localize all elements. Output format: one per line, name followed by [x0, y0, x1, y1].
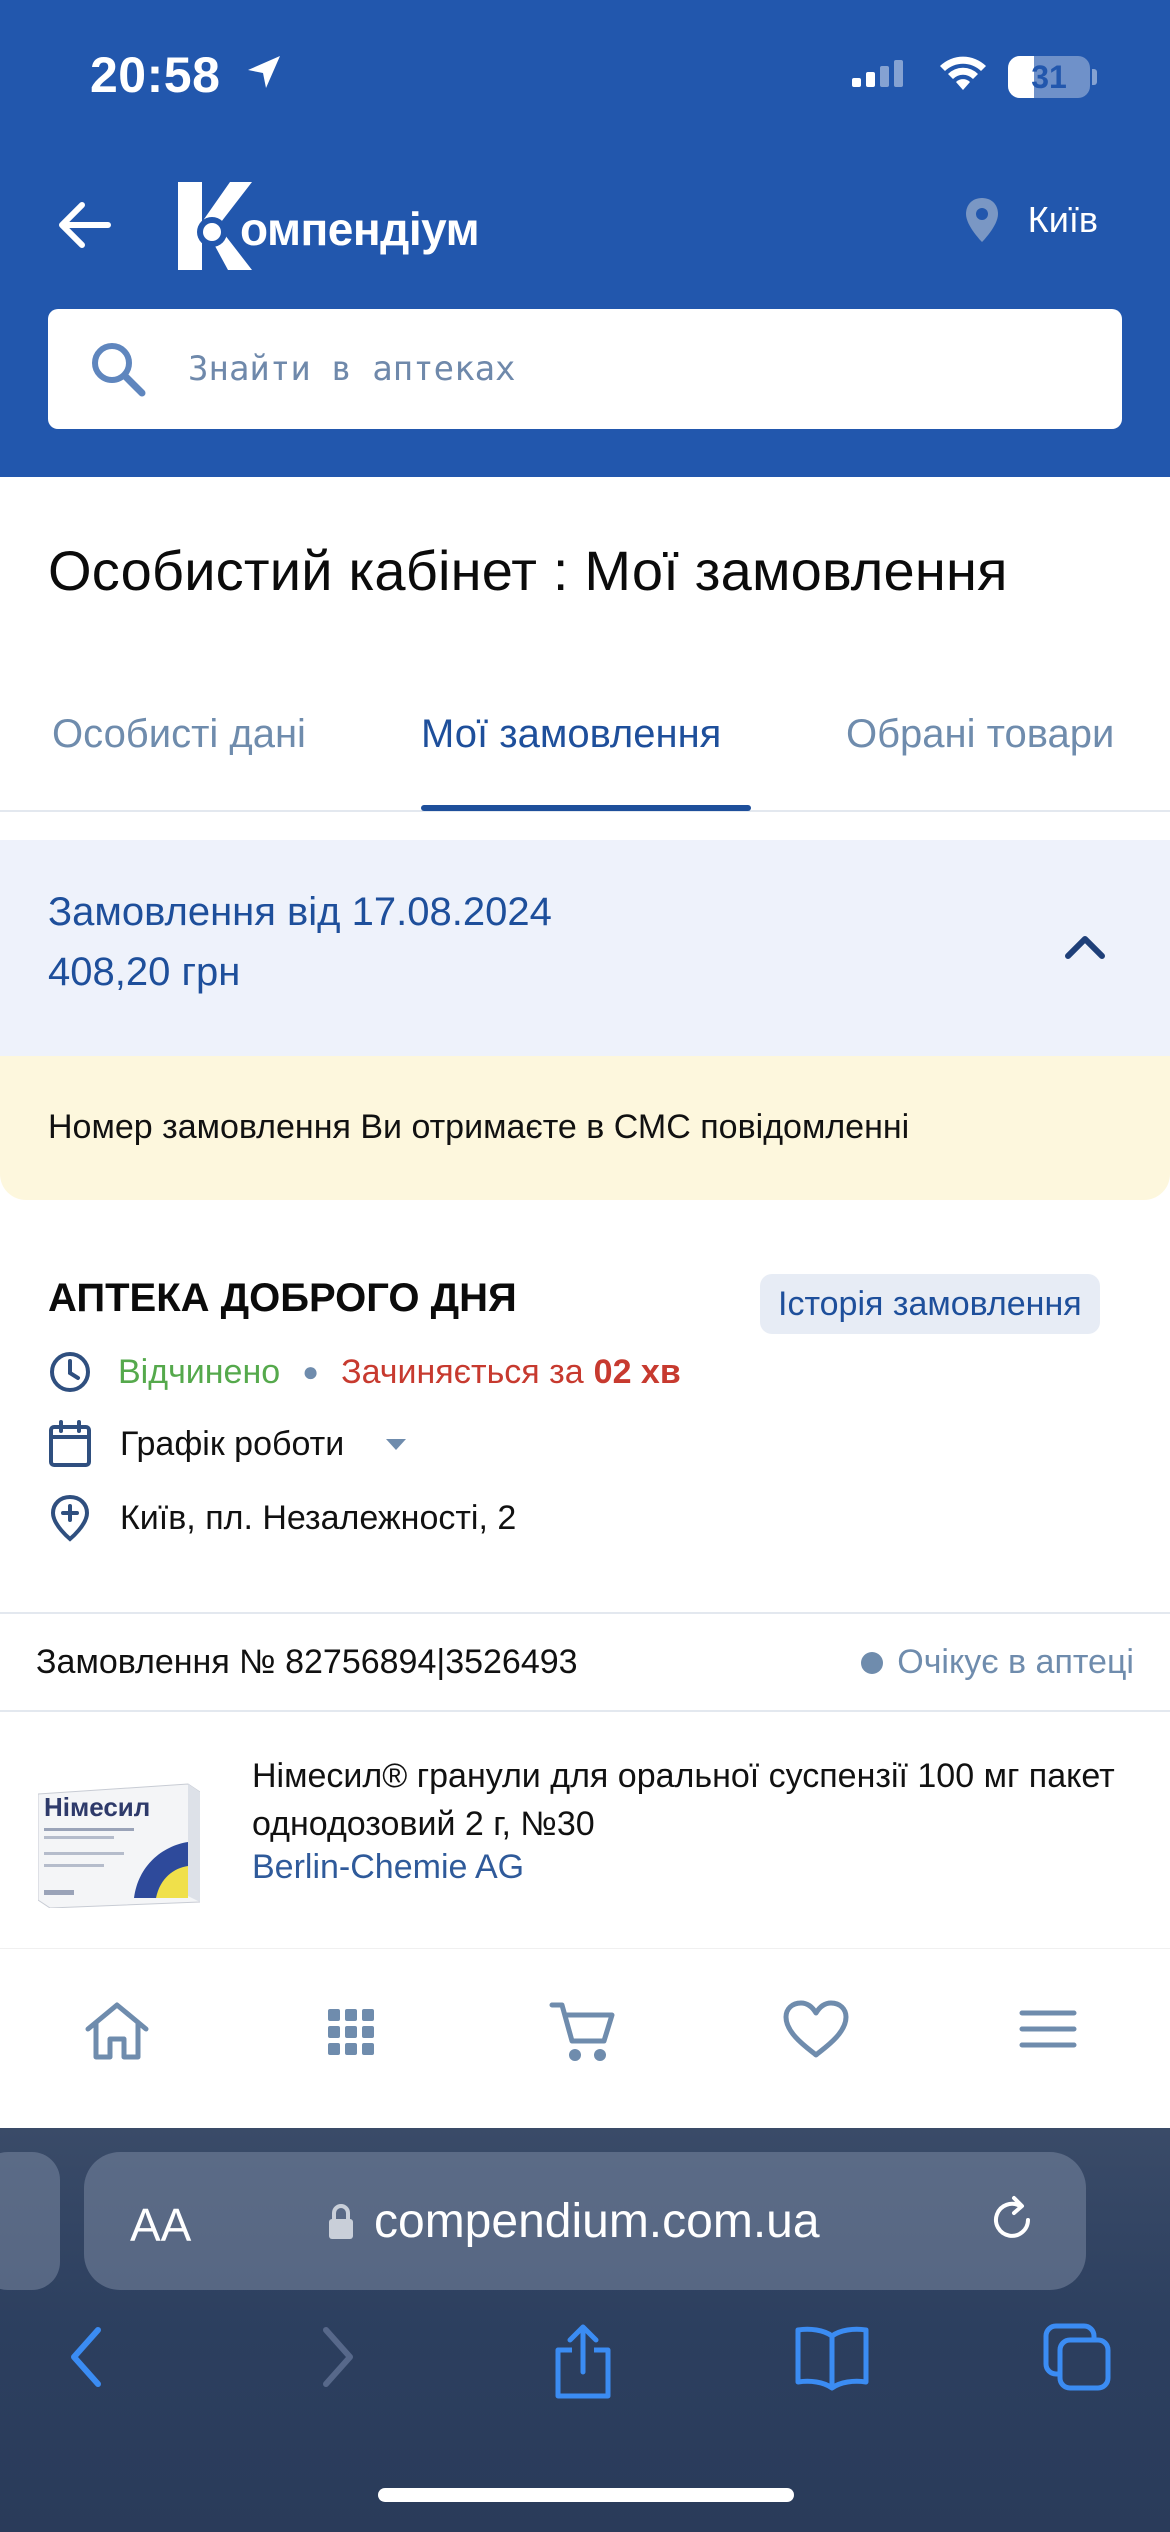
- caret-down-icon: [386, 1439, 407, 1450]
- wifi-icon: [938, 54, 988, 99]
- status-dot: [861, 1651, 884, 1674]
- tabs-bar: Особисті дані Мої замовлення Обрані това…: [0, 690, 1170, 812]
- product-name[interactable]: Німесил® гранули для оральної суспензії …: [252, 1752, 1132, 1848]
- tab-my-orders[interactable]: Мої замовлення: [421, 712, 721, 757]
- order-number: Замовлення № 82756894|3526493: [36, 1643, 578, 1681]
- calendar-icon: [49, 1420, 91, 1467]
- nav-favorites[interactable]: [782, 1999, 862, 2069]
- tabs-overview-icon[interactable]: [1042, 2322, 1114, 2394]
- tab-personal-data[interactable]: Особисті дані: [52, 712, 306, 757]
- product-image[interactable]: Німесил: [37, 1780, 201, 1909]
- previous-tab-preview[interactable]: [0, 2152, 60, 2290]
- url-text: compendium.com.ua: [374, 2195, 820, 2248]
- search-icon: [92, 343, 146, 397]
- order-sum: 408,20 грн: [48, 950, 241, 994]
- share-icon[interactable]: [548, 2322, 618, 2402]
- pharmacy-name: АПТЕКА ДОБРОГО ДНЯ: [48, 1276, 517, 1320]
- cellular-signal-icon: [852, 58, 912, 103]
- bookmarks-icon[interactable]: [794, 2322, 870, 2392]
- nav-menu[interactable]: [1016, 1999, 1096, 2069]
- status-bar: 20:58 31: [0, 0, 1170, 150]
- open-status: Відчинено: [118, 1352, 281, 1391]
- search-input[interactable]: [188, 309, 1088, 429]
- status-time: 20:58: [90, 47, 221, 103]
- city-selector[interactable]: Київ: [964, 196, 1098, 244]
- menu-icon: [1019, 2010, 1077, 2048]
- order-status: Очікує в аптеці: [861, 1643, 1134, 1682]
- sms-notice: Номер замовлення Ви отримаєте в СМС пові…: [0, 1056, 1170, 1200]
- address-pin-icon: [50, 1494, 90, 1542]
- tab-favorites[interactable]: Обрані товари: [846, 712, 1114, 757]
- reader-settings-button[interactable]: AA: [130, 2198, 191, 2252]
- logo-text: омпендіум: [240, 203, 480, 255]
- product-manufacturer: Berlin-Chemie AG: [252, 1848, 525, 1886]
- pharmacy-hours-status: Відчинено ● Зачиняється за 02 хв: [48, 1350, 681, 1394]
- package-brand: Німесил: [44, 1792, 150, 1822]
- schedule-label: Графік роботи: [120, 1424, 345, 1463]
- schedule-toggle[interactable]: Графік роботи: [48, 1420, 408, 1468]
- divider: [0, 1612, 1170, 1614]
- separator-dot: ●: [302, 1356, 320, 1387]
- order-history-button[interactable]: Історія замовлення: [760, 1274, 1100, 1334]
- order-date: Замовлення від 17.08.2024: [48, 890, 552, 934]
- chevron-up-icon[interactable]: [1062, 932, 1108, 962]
- divider: [0, 1710, 1170, 1712]
- closing-time: 02 хв: [593, 1352, 681, 1391]
- home-icon: [85, 2002, 149, 2060]
- home-indicator: [378, 2488, 794, 2502]
- browser-forward-icon[interactable]: [312, 2322, 362, 2392]
- notice-text: Номер замовлення Ви отримаєте в СМС пові…: [48, 1108, 910, 1146]
- bottom-navigation: [0, 1948, 1170, 2128]
- safari-toolbar: AA compendium.com.ua: [0, 2128, 1170, 2532]
- city-label: Київ: [1027, 199, 1098, 240]
- nav-home[interactable]: [82, 1999, 162, 2069]
- location-pin-icon: [965, 198, 998, 242]
- back-button[interactable]: [50, 190, 120, 260]
- closing-text: Зачиняється за: [341, 1352, 584, 1391]
- location-arrow-icon: [244, 52, 284, 97]
- nav-cart[interactable]: [548, 1999, 628, 2069]
- pharmacy-address: Київ, пл. Незалежності, 2: [48, 1494, 516, 1542]
- favorites-heart-icon: [783, 2000, 849, 2058]
- address-bar[interactable]: AA compendium.com.ua: [84, 2152, 1086, 2290]
- reload-icon[interactable]: [984, 2192, 1040, 2248]
- catalog-grid-icon: [328, 2009, 374, 2055]
- cart-icon: [549, 2002, 615, 2061]
- browser-back-icon[interactable]: [62, 2322, 112, 2392]
- order-status-label: Очікує в аптеці: [897, 1643, 1134, 1681]
- search-box[interactable]: [48, 309, 1122, 429]
- app-header: 20:58 31 омпендіум Київ Знайти в аптеках: [0, 0, 1170, 477]
- nimesil-package-image: Німесил: [37, 1783, 201, 1909]
- lock-icon: [329, 2204, 353, 2239]
- nav-catalog[interactable]: [318, 1999, 398, 2069]
- active-tab-indicator: [421, 805, 751, 811]
- clock-icon: [50, 1352, 90, 1392]
- compendium-logo[interactable]: омпендіум: [178, 182, 480, 270]
- battery-icon: 31: [1008, 56, 1090, 98]
- battery-level: 31: [1031, 59, 1067, 95]
- page-title: Особистий кабінет : Мої замовлення: [48, 539, 1008, 602]
- address-text: Київ, пл. Незалежності, 2: [120, 1498, 517, 1537]
- order-summary-toggle[interactable]: Замовлення від 17.08.2024 408,20 грн: [0, 840, 1170, 1056]
